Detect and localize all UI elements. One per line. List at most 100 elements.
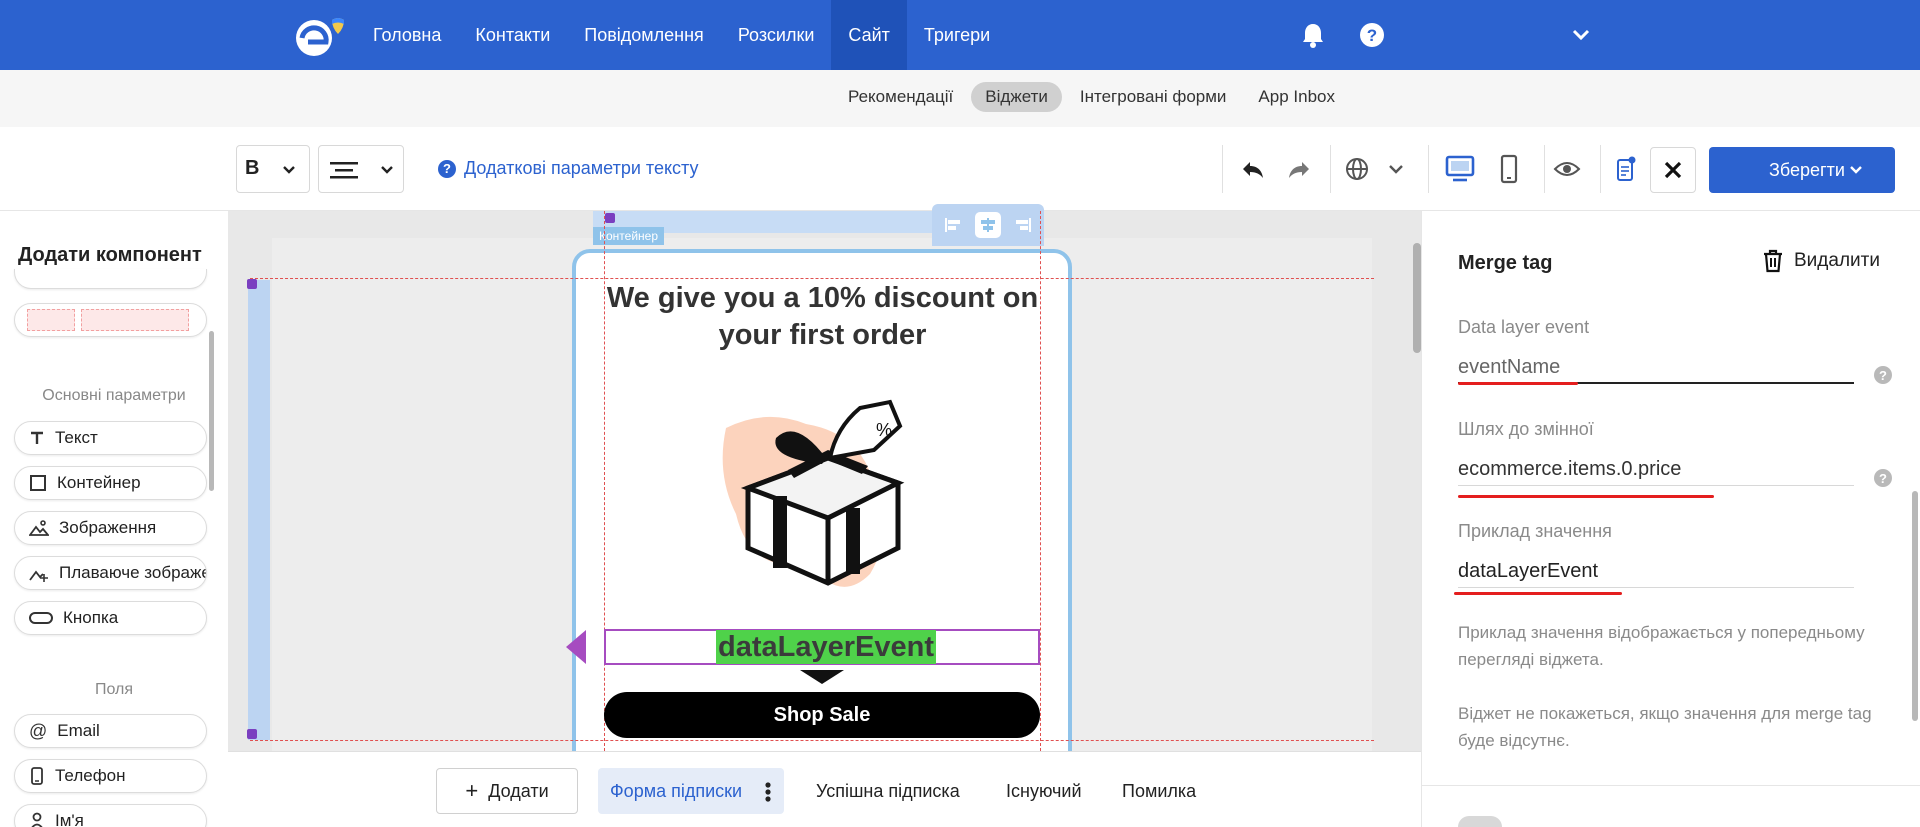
nav-item-home[interactable]: Головна bbox=[356, 0, 458, 70]
delete-button[interactable]: Видалити bbox=[1762, 249, 1880, 273]
components-sidebar: Додати компонент Основні параметри Текст… bbox=[0, 211, 228, 827]
panel-scrollbar[interactable] bbox=[1912, 491, 1918, 721]
component-label: Текст bbox=[55, 428, 98, 447]
path-input[interactable]: ecommerce.items.0.price bbox=[1458, 452, 1854, 486]
popup-headline[interactable]: We give you a 10% discount on your first… bbox=[600, 280, 1045, 354]
more-vertical-icon[interactable] bbox=[764, 781, 772, 803]
chevron-down-icon bbox=[283, 166, 295, 174]
nav-item-campaigns[interactable]: Розсилки bbox=[721, 0, 832, 70]
align-left-icon bbox=[945, 218, 961, 232]
plus-icon: + bbox=[465, 778, 479, 803]
undo-icon[interactable] bbox=[1238, 154, 1268, 184]
component-name[interactable]: Ім'я bbox=[14, 804, 207, 827]
subnav-integrated-forms[interactable]: Інтегровані форми bbox=[1066, 82, 1241, 112]
floating-image-icon bbox=[29, 570, 48, 582]
component-phone[interactable]: Телефон bbox=[14, 759, 207, 793]
annotation-underline bbox=[1458, 495, 1714, 498]
nav-item-site[interactable]: Сайт bbox=[831, 0, 907, 70]
editor-toolbar: B ? Додаткові параметри тексту Зберегти bbox=[0, 127, 1920, 211]
example-label: Приклад значення bbox=[1458, 521, 1612, 541]
add-state-button[interactable]: + Додати bbox=[436, 768, 578, 814]
event-help-icon[interactable]: ? bbox=[1874, 366, 1892, 384]
text-align-select[interactable] bbox=[318, 145, 404, 193]
subnav-widgets[interactable]: Віджети bbox=[971, 82, 1062, 112]
nav-item-messages[interactable]: Повідомлення bbox=[567, 0, 721, 70]
component-button[interactable]: Кнопка bbox=[14, 601, 207, 635]
canvas-scrollbar[interactable] bbox=[1413, 243, 1421, 353]
tab-error[interactable]: Помилка bbox=[1110, 768, 1208, 814]
component-floating-image[interactable]: Плаваюче зображення bbox=[14, 556, 207, 590]
shop-sale-button[interactable]: Shop Sale bbox=[604, 692, 1040, 738]
nav-item-triggers[interactable]: Тригери bbox=[907, 0, 1007, 70]
divider bbox=[1544, 145, 1545, 193]
at-icon: @ bbox=[29, 720, 48, 741]
save-label: Зберегти bbox=[1769, 159, 1845, 180]
component-label: Ім'я bbox=[55, 811, 84, 827]
save-chevron-down-icon[interactable] bbox=[1847, 161, 1865, 179]
save-button[interactable]: Зберегти bbox=[1709, 147, 1895, 193]
headline-line: your first order bbox=[718, 319, 927, 351]
account-chevron-down-icon[interactable] bbox=[1566, 20, 1596, 50]
phone-icon bbox=[31, 767, 43, 785]
redo-icon[interactable] bbox=[1284, 154, 1314, 184]
logo-icon[interactable] bbox=[290, 14, 354, 58]
sub-navigation: Рекомендації Віджети Інтегровані форми A… bbox=[0, 70, 1920, 127]
headline-line: We give you a 10% discount on bbox=[606, 282, 1039, 314]
column-cell bbox=[81, 309, 189, 331]
align-left-button[interactable] bbox=[940, 212, 966, 238]
close-icon bbox=[1664, 161, 1682, 179]
trash-icon bbox=[1764, 249, 1782, 273]
help-icon[interactable]: ? bbox=[1357, 20, 1387, 50]
panel-title: Merge tag bbox=[1458, 252, 1553, 274]
section-fields: Поля bbox=[94, 681, 134, 698]
annotation-underline bbox=[1454, 592, 1622, 595]
align-right-button[interactable] bbox=[1010, 212, 1036, 238]
missing-value-note: Віджет не покажеться, якщо значення для … bbox=[1458, 704, 1872, 750]
close-button[interactable] bbox=[1650, 147, 1696, 193]
gift-box-image[interactable]: % bbox=[718, 378, 938, 608]
sidebar-scrollbar[interactable] bbox=[209, 331, 214, 491]
path-help-icon[interactable]: ? bbox=[1874, 469, 1892, 487]
chevron-down-icon bbox=[381, 166, 393, 174]
mobile-view-icon[interactable] bbox=[1494, 154, 1524, 184]
align-center-icon bbox=[980, 218, 995, 232]
resize-handle[interactable] bbox=[247, 729, 257, 739]
component-container[interactable]: Контейнер bbox=[14, 466, 207, 500]
align-right-icon bbox=[1015, 218, 1031, 232]
merge-tag-value[interactable]: dataLayerEvent bbox=[716, 630, 936, 664]
component-text[interactable]: Текст bbox=[14, 421, 207, 455]
toggle-switch[interactable] bbox=[1458, 816, 1502, 827]
notes-icon[interactable] bbox=[1610, 154, 1640, 184]
annotation-underline bbox=[1458, 382, 1578, 385]
text-options-link[interactable]: ? Додаткові параметри тексту bbox=[438, 158, 698, 179]
resize-handle[interactable] bbox=[247, 279, 257, 289]
container-icon bbox=[30, 475, 46, 491]
tab-success[interactable]: Успішна підписка bbox=[804, 768, 972, 814]
tab-existing[interactable]: Існуючий bbox=[994, 768, 1094, 814]
align-center-button[interactable] bbox=[974, 212, 1001, 238]
component-label: Email bbox=[57, 721, 100, 740]
font-weight-select[interactable]: B bbox=[236, 145, 310, 193]
component-label: Зображення bbox=[59, 518, 157, 537]
subnav-app-inbox[interactable]: App Inbox bbox=[1244, 82, 1349, 112]
subnav-recommendations[interactable]: Рекомендації bbox=[834, 82, 967, 112]
resize-handle[interactable] bbox=[605, 213, 615, 223]
component-partial[interactable] bbox=[14, 269, 207, 289]
state-tabs-bar: + Додати Форма підписки Успішна підписка… bbox=[228, 751, 1421, 827]
tab-subscription-form[interactable]: Форма підписки bbox=[598, 768, 785, 814]
globe-icon[interactable] bbox=[1342, 154, 1372, 184]
desktop-view-icon[interactable] bbox=[1444, 154, 1476, 184]
component-image[interactable]: Зображення bbox=[14, 511, 207, 545]
person-icon bbox=[31, 812, 43, 827]
event-input[interactable]: eventName bbox=[1458, 350, 1854, 384]
event-label: Data layer event bbox=[1458, 317, 1590, 337]
component-label: Плаваюче зображення bbox=[59, 563, 206, 582]
sidebar-title: Додати компонент bbox=[18, 244, 202, 266]
language-chevron-down-icon[interactable] bbox=[1381, 154, 1411, 184]
preview-eye-icon[interactable] bbox=[1552, 154, 1582, 184]
bell-icon[interactable] bbox=[1298, 20, 1328, 50]
nav-item-contacts[interactable]: Контакти bbox=[458, 0, 567, 70]
component-columns[interactable] bbox=[14, 303, 207, 337]
component-email[interactable]: @ Email bbox=[14, 714, 207, 748]
example-input[interactable]: dataLayerEvent bbox=[1458, 554, 1854, 588]
